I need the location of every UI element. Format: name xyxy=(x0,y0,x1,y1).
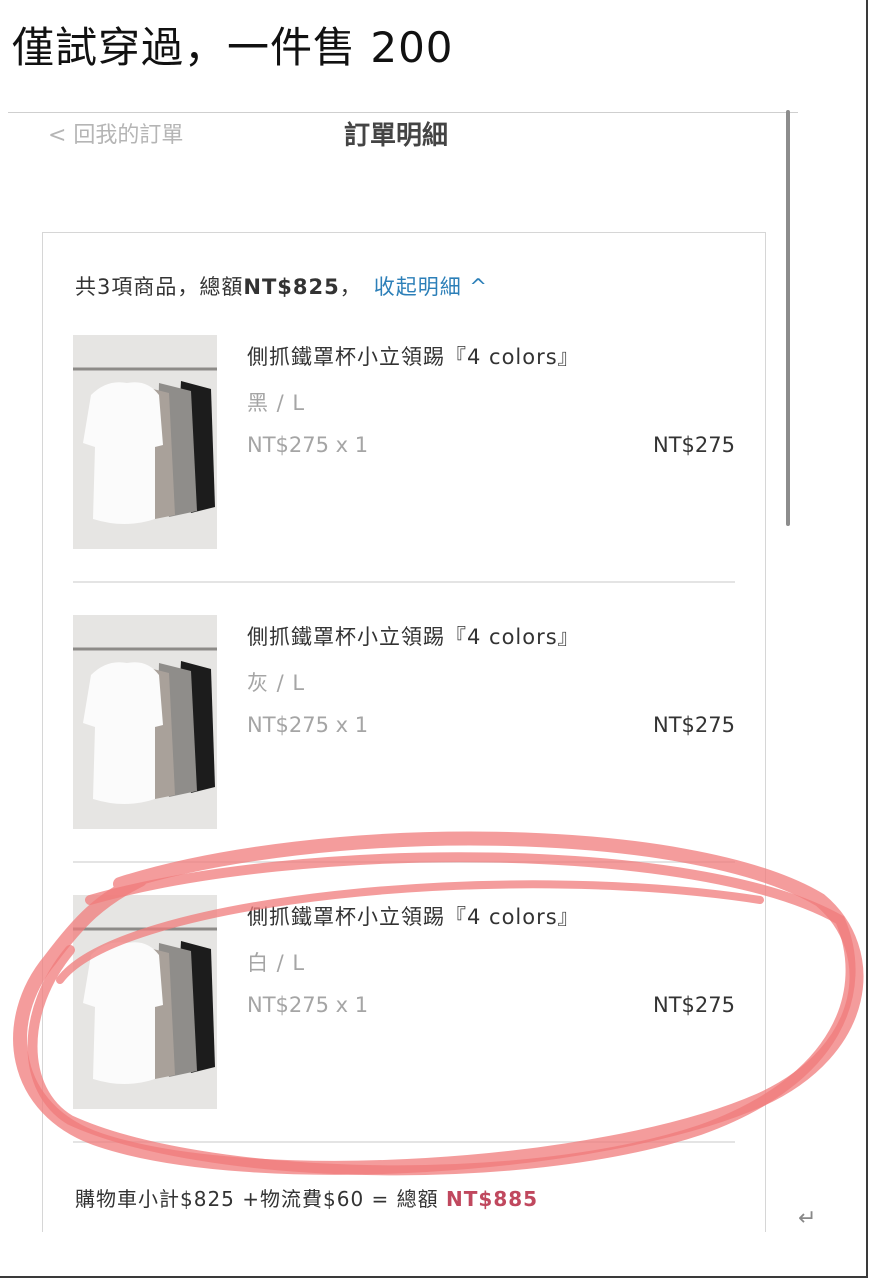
item-divider xyxy=(73,861,735,863)
back-to-orders-link[interactable]: < 回我的訂單 xyxy=(48,117,183,149)
item-name: 側抓鐵罩杯小立領踢『4 colors』 xyxy=(247,905,580,929)
caption-text: 僅試穿過，一件售 200 xyxy=(12,23,454,72)
order-total-line: 購物車小計$825 +物流費$60 = 總額 NT$885 xyxy=(75,1183,538,1212)
summary-prefix: 共3項商品，總額 xyxy=(75,275,244,299)
order-header: < 回我的訂單 訂單明細 xyxy=(8,112,798,163)
product-thumbnail xyxy=(73,895,217,1109)
item-total: NT$275 xyxy=(653,993,735,1017)
shirt-rack-photo-icon xyxy=(73,615,217,829)
item-divider xyxy=(73,1141,735,1143)
order-item: 側抓鐵罩杯小立領踢『4 colors』 白 / L NT$275 x 1 NT$… xyxy=(73,895,735,1111)
order-detail-card: 共3項商品，總額NT$825， 收起明細 ^ 側抓鐵罩杯小立領踢『4 colors… xyxy=(42,232,766,1232)
item-total: NT$275 xyxy=(653,433,735,457)
product-thumbnail xyxy=(73,615,217,829)
item-variant: 灰 / L xyxy=(247,671,306,695)
page-title: 訂單明細 xyxy=(344,121,449,151)
item-total: NT$275 xyxy=(653,713,735,737)
footer-prefix: 購物車小計$825 +物流費$60 = 總額 xyxy=(75,1187,447,1211)
shirt-rack-photo-icon xyxy=(73,895,217,1109)
order-item: 側抓鐵罩杯小立領踢『4 colors』 灰 / L NT$275 x 1 NT$… xyxy=(73,615,735,831)
summary-suffix: ， xyxy=(339,275,362,299)
shirt-rack-photo-icon xyxy=(73,335,217,549)
return-icon: ↵ xyxy=(798,1206,817,1231)
item-unit-price: NT$275 x 1 xyxy=(247,713,369,737)
item-variant: 黑 / L xyxy=(247,391,306,415)
collapse-details-toggle[interactable]: 收起明細 ^ xyxy=(374,275,488,299)
item-variant: 白 / L xyxy=(247,951,306,975)
order-summary: 共3項商品，總額NT$825， 收起明細 ^ xyxy=(75,271,488,301)
item-name: 側抓鐵罩杯小立領踢『4 colors』 xyxy=(247,345,580,369)
product-thumbnail xyxy=(73,335,217,549)
summary-total: NT$825 xyxy=(243,275,340,299)
item-unit-price: NT$275 x 1 xyxy=(247,433,369,457)
item-unit-price: NT$275 x 1 xyxy=(247,993,369,1017)
item-name: 側抓鐵罩杯小立領踢『4 colors』 xyxy=(247,625,580,649)
item-divider xyxy=(73,581,735,583)
order-item: 側抓鐵罩杯小立領踢『4 colors』 黑 / L NT$275 x 1 NT$… xyxy=(73,335,735,551)
scrollbar[interactable] xyxy=(786,110,790,526)
grand-total: NT$885 xyxy=(446,1187,539,1211)
